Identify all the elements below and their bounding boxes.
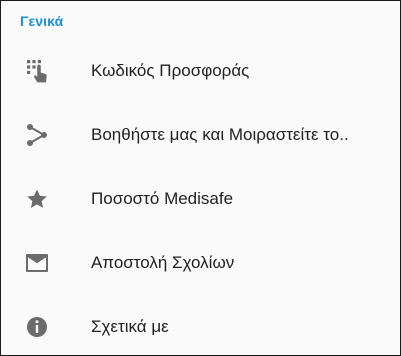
dialpad-touch-icon — [23, 57, 51, 85]
list-item-label: Σχετικά με — [91, 317, 169, 336]
general-settings-list: Κωδικός Προσφοράς Βοηθήστε μας και Μοιρα… — [1, 39, 400, 355]
list-item-promo-code[interactable]: Κωδικός Προσφοράς — [1, 39, 400, 103]
list-item-rate-medisafe[interactable]: Ποσοστό Medisafe — [1, 167, 400, 231]
list-item-share-app[interactable]: Βοηθήστε μας και Μοιραστείτε το.. — [1, 103, 400, 167]
star-icon — [23, 185, 51, 213]
section-header-general: Γενικά — [20, 13, 64, 29]
list-item-label: Κωδικός Προσφοράς — [91, 61, 250, 80]
list-item-label: Βοηθήστε μας και Μοιραστείτε το.. — [91, 125, 349, 144]
settings-general-panel: Γενικά Κωδικός Προσφοράς Βοηθήστε μας κα… — [0, 0, 401, 356]
list-item-about[interactable]: Σχετικά με — [1, 295, 400, 355]
list-item-send-feedback[interactable]: Αποστολή Σχολίων — [1, 231, 400, 295]
envelope-icon — [23, 249, 51, 277]
share-icon — [23, 121, 51, 149]
list-item-label: Αποστολή Σχολίων — [91, 253, 235, 272]
info-icon — [23, 313, 51, 341]
list-item-label: Ποσοστό Medisafe — [91, 189, 234, 208]
